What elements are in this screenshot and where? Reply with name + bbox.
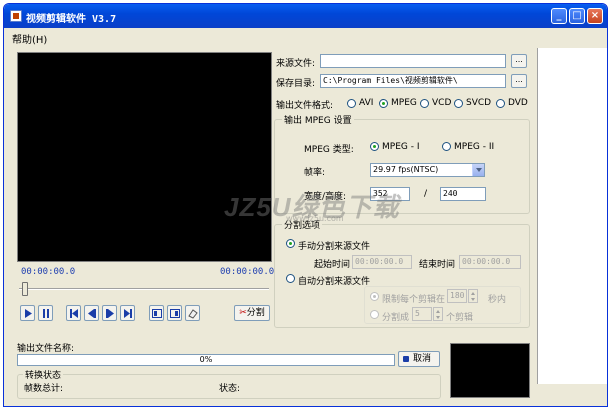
menu-bar xyxy=(4,28,607,46)
parts-unit-label: 个剪辑 xyxy=(446,313,474,323)
mpeg2-label: MPEG - II xyxy=(454,142,495,152)
limit-label: 限制每个剪辑在 xyxy=(382,295,446,305)
mark-end-button[interactable] xyxy=(167,305,182,321)
source-browse-button[interactable]: ... xyxy=(511,54,527,68)
time-end-label: 00:00:00.0 xyxy=(220,267,275,277)
format-label-dvd: DVD xyxy=(508,98,528,108)
limit-radio[interactable] xyxy=(370,292,379,301)
limit-input[interactable]: 180 xyxy=(447,289,467,303)
window-title: 视频剪辑软件 V3.7 xyxy=(26,14,117,25)
mark-out-icon xyxy=(170,309,180,318)
framerate-select[interactable]: 29.97 fps(NTSC) xyxy=(370,163,485,177)
status-group-label: 转换状态 xyxy=(23,368,64,381)
skip-start-icon xyxy=(70,309,78,318)
play-icon xyxy=(25,309,32,318)
mark-start-button[interactable] xyxy=(149,305,164,321)
go-end-button[interactable] xyxy=(120,305,135,321)
save-dir-input[interactable]: C:\Program Files\视频剪辑软件\ xyxy=(320,74,506,88)
state-label: 状态: xyxy=(219,384,241,394)
step-back-icon xyxy=(88,309,96,318)
split-button-label: 分割 xyxy=(246,308,265,318)
end-time-input[interactable]: 00:00:00.0 xyxy=(459,255,521,269)
split-button[interactable]: ✂分割 xyxy=(234,305,270,321)
mpeg2-radio[interactable] xyxy=(442,142,451,151)
play-button[interactable] xyxy=(20,305,35,321)
format-label-mpeg: MPEG xyxy=(391,98,417,108)
menu-help[interactable]: 帮助(H) xyxy=(12,31,47,46)
start-time-input[interactable]: 00:00:00.0 xyxy=(352,255,412,269)
output-preview xyxy=(450,343,530,398)
save-label: 保存目录: xyxy=(276,79,316,89)
format-label-avi: AVI xyxy=(359,98,374,108)
pause-icon xyxy=(43,309,49,318)
limit-unit-label: 秒内 xyxy=(488,295,507,305)
source-file-input[interactable] xyxy=(320,54,506,68)
manual-split-label: 手动分割来源文件 xyxy=(298,242,371,252)
framerate-value: 29.97 fps(NTSC) xyxy=(373,165,439,174)
slider-track xyxy=(19,288,269,290)
close-button[interactable]: × xyxy=(587,8,603,24)
save-browse-button[interactable]: ... xyxy=(511,74,527,88)
app-icon xyxy=(10,10,22,22)
skip-end-icon xyxy=(124,309,132,318)
format-radio-dvd[interactable] xyxy=(496,99,505,108)
auto-split-label: 自动分割来源文件 xyxy=(298,277,371,287)
parts-spinner[interactable] xyxy=(433,307,443,321)
mpeg1-radio[interactable] xyxy=(370,142,379,151)
cancel-button[interactable]: 取消 xyxy=(398,351,440,367)
frames-total-label: 帧数总计: xyxy=(24,384,64,394)
size-separator: / xyxy=(424,189,428,199)
mpeg-type-label: MPEG 类型: xyxy=(304,145,354,155)
format-label: 输出文件格式: xyxy=(276,101,334,111)
mpeg1-label: MPEG - I xyxy=(382,142,420,152)
minimize-button[interactable]: _ xyxy=(551,8,567,24)
height-input[interactable]: 240 xyxy=(440,187,486,201)
source-label: 来源文件: xyxy=(276,59,316,69)
clear-button[interactable] xyxy=(185,305,200,321)
format-radio-mpeg[interactable] xyxy=(379,99,388,108)
parts-label: 分割成 xyxy=(382,313,410,323)
mpeg-group-label: 输出 MPEG 设置 xyxy=(282,113,354,126)
title-bar[interactable]: 视频剪辑软件 V3.7 _ □ × xyxy=(4,4,607,28)
framerate-label: 帧率: xyxy=(304,168,326,178)
parts-radio[interactable] xyxy=(370,310,379,319)
pause-button[interactable] xyxy=(38,305,53,321)
step-forward-button[interactable] xyxy=(102,305,117,321)
format-radio-vcd[interactable] xyxy=(420,99,429,108)
step-forward-icon xyxy=(106,309,114,318)
output-name-label: 输出文件名称: xyxy=(17,344,75,354)
right-panel xyxy=(537,48,607,384)
manual-split-radio[interactable] xyxy=(286,239,295,248)
chevron-down-icon[interactable] xyxy=(472,164,484,176)
format-radio-avi[interactable] xyxy=(347,99,356,108)
time-start-label: 00:00:00.0 xyxy=(21,267,76,277)
position-slider[interactable] xyxy=(19,281,269,297)
app-window: 视频剪辑软件 V3.7 _ □ × 帮助(H) 00:00:00.0 00:00… xyxy=(3,3,608,407)
parts-input[interactable]: 5 xyxy=(412,307,432,321)
maximize-button[interactable]: □ xyxy=(569,8,585,24)
format-label-svcd: SVCD xyxy=(466,98,492,108)
mark-in-icon xyxy=(152,309,162,318)
slider-thumb[interactable] xyxy=(22,282,28,296)
cancel-label: 取消 xyxy=(413,354,432,364)
watermark-url: www.jz5u.com xyxy=(286,214,344,223)
progress-text: 0% xyxy=(199,355,213,364)
format-radio-svcd[interactable] xyxy=(454,99,463,108)
video-preview xyxy=(17,52,272,262)
end-time-label: 结束时间 xyxy=(419,260,456,270)
format-label-vcd: VCD xyxy=(432,98,452,108)
go-start-button[interactable] xyxy=(66,305,81,321)
stop-icon xyxy=(403,356,409,362)
limit-spinner[interactable] xyxy=(468,289,478,303)
step-back-button[interactable] xyxy=(84,305,99,321)
start-time-label: 起始时间 xyxy=(314,260,351,270)
eraser-icon xyxy=(188,309,198,319)
progress-bar: 0% xyxy=(17,354,395,366)
scissors-icon: ✂ xyxy=(239,308,247,318)
auto-split-radio[interactable] xyxy=(286,274,295,283)
